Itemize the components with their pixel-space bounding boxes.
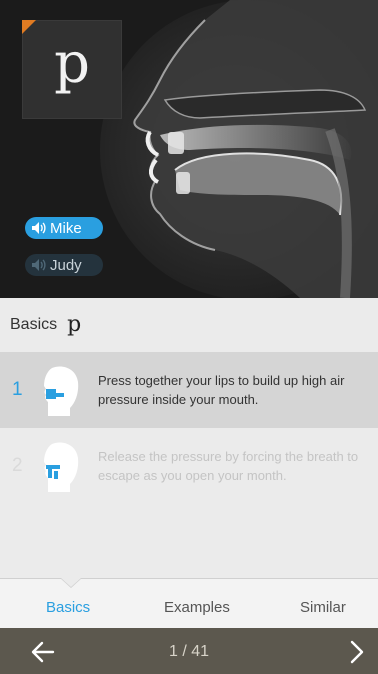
tab-pointer bbox=[61, 578, 81, 587]
tab-bar: Basics Examples Similar bbox=[0, 578, 378, 628]
step-item-1[interactable]: 1 Press together your lips to build up h… bbox=[0, 352, 378, 428]
chevron-right-icon[interactable] bbox=[344, 639, 370, 665]
phoneme-card: p bbox=[22, 20, 122, 119]
voice-button-judy[interactable]: Judy bbox=[25, 254, 103, 276]
step-item-2[interactable]: 2 Release the pressure by forcing the br… bbox=[0, 428, 378, 504]
voice-button-mike[interactable]: Mike bbox=[25, 217, 103, 239]
pager-bar: 1 / 41 bbox=[0, 628, 378, 674]
speaker-icon bbox=[32, 259, 46, 271]
head-profile-icon bbox=[44, 366, 79, 416]
phoneme-symbol: p bbox=[54, 31, 90, 96]
content-spacer bbox=[0, 504, 378, 578]
articulation-view: p Mike Judy bbox=[0, 0, 378, 298]
tab-basics[interactable]: Basics bbox=[46, 599, 90, 616]
tab-similar[interactable]: Similar bbox=[300, 599, 346, 616]
speaker-icon bbox=[32, 222, 46, 234]
step-text: Press together your lips to build up hig… bbox=[98, 373, 345, 407]
section-symbol: p bbox=[67, 311, 82, 337]
head-profile-icon bbox=[44, 442, 79, 492]
section-header: Basics p bbox=[0, 298, 378, 352]
page-indicator: 1 / 41 bbox=[168, 643, 210, 660]
step-number: 2 bbox=[12, 455, 23, 476]
tab-examples[interactable]: Examples bbox=[164, 599, 230, 616]
voice-label-judy: Judy bbox=[50, 256, 82, 274]
step-text: Release the pressure by forcing the brea… bbox=[98, 449, 359, 483]
section-title: Basics bbox=[10, 316, 58, 333]
step-number: 1 bbox=[12, 379, 23, 400]
corner-accent bbox=[22, 20, 36, 34]
voice-label-mike: Mike bbox=[50, 219, 82, 237]
